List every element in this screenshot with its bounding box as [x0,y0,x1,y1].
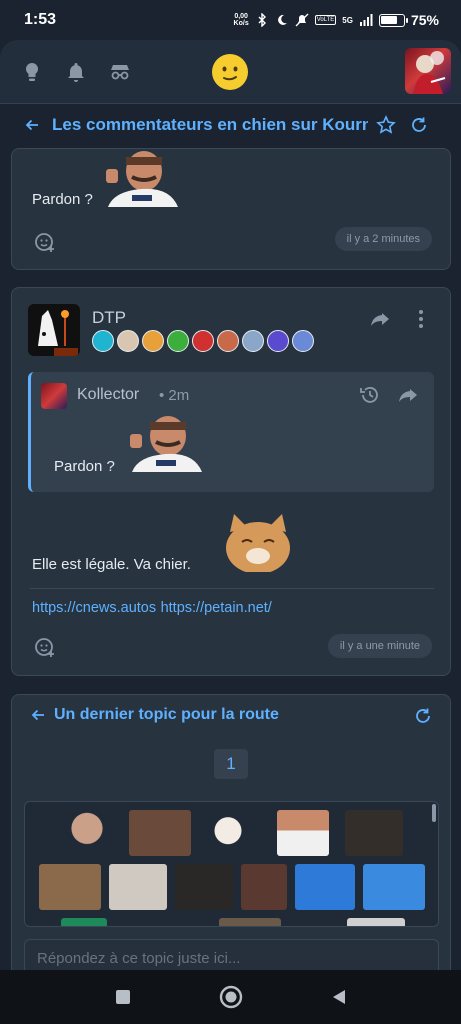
badge [217,330,239,352]
battery-icon [378,13,408,27]
badge [267,330,289,352]
sticker[interactable] [61,810,113,856]
topic-title[interactable]: Les commentateurs en chien sur Kournik [52,115,368,135]
home-icon[interactable] [219,985,243,1009]
post-card: DTP Kollector • 2m Pardon ? Elle est lég… [11,287,451,676]
badge [142,330,164,352]
quote-text: Pardon ? [54,458,115,475]
sticker-picker [24,801,439,927]
post-text: Elle est légale. Va chier. [32,556,191,573]
signal-icon [359,14,373,26]
quote-author-avatar [41,383,67,409]
share-icon[interactable] [397,384,419,406]
quoted-post[interactable]: Kollector • 2m Pardon ? [28,372,434,492]
recents-icon[interactable] [114,988,132,1006]
sticker[interactable] [219,918,281,926]
sticker[interactable] [241,864,287,910]
sticker[interactable] [61,918,107,926]
post-text: Pardon ? [32,191,93,208]
badge [292,330,314,352]
back-icon[interactable] [330,988,348,1006]
badge [167,330,189,352]
star-icon[interactable] [376,115,396,135]
smiley-icon[interactable] [212,54,248,90]
net-speed: 0,00 Ko/s [233,13,249,27]
sticker[interactable] [129,810,191,856]
bell-icon[interactable] [64,60,88,84]
refresh-icon[interactable] [414,707,432,725]
system-nav-bar [0,970,461,1024]
volte-icon: VoLTE [314,15,337,25]
author-avatar[interactable] [28,304,80,356]
back-arrow-icon[interactable] [24,117,40,133]
quote-author[interactable]: Kollector [77,386,139,404]
add-reaction-icon[interactable] [34,636,56,658]
sticker[interactable] [277,810,329,856]
refresh-icon[interactable] [410,116,428,134]
reply-card: Un dernier topic pour la route 1 Réponde… [11,694,451,984]
link[interactable]: https://petain.net/ [161,600,272,616]
divider [30,588,434,589]
page-number[interactable]: 1 [214,749,248,779]
quote-age: • 2m [159,387,190,404]
sticker[interactable] [39,864,101,910]
clock: 1:53 [24,11,57,28]
post-timestamp: il y a 2 minutes [334,227,432,251]
more-options-icon[interactable] [410,308,432,330]
mute-icon [295,13,309,27]
app-bar [0,40,461,104]
link[interactable]: https://cnews.autos [32,600,156,616]
badge [192,330,214,352]
author-badges [92,330,314,352]
app-bar-actions [20,60,132,84]
topic-header: Les commentateurs en chien sur Kournik [0,106,461,144]
meme-sticker[interactable] [102,149,182,207]
badge [117,330,139,352]
badge [242,330,264,352]
meme-sticker[interactable] [126,414,206,472]
scrollbar[interactable] [432,804,436,822]
moon-icon [277,14,287,25]
back-arrow-icon[interactable] [30,707,46,723]
post-links: https://cnews.autos https://petain.net/ [32,599,272,617]
related-topic-title[interactable]: Un dernier topic pour la route [54,706,279,724]
sticker[interactable] [363,864,425,910]
sticker[interactable] [109,864,167,910]
post-card: Pardon ? il y a 2 minutes [11,148,451,270]
sticker[interactable] [347,918,405,926]
sticker[interactable] [345,810,403,856]
user-avatar[interactable] [405,48,451,94]
bluetooth-icon [258,13,266,27]
lightbulb-icon[interactable] [20,60,44,84]
cat-sticker[interactable] [220,512,298,572]
share-icon[interactable] [369,308,391,330]
add-reaction-icon[interactable] [34,231,56,253]
author-name[interactable]: DTP [92,308,126,328]
sticker[interactable] [175,864,233,910]
post-timestamp: il y a une minute [327,634,432,658]
network-type: 5G [342,15,353,25]
incognito-icon[interactable] [108,60,132,84]
battery-percent: 75% [410,12,439,28]
badge [92,330,114,352]
history-icon[interactable] [359,384,381,406]
status-icons: 0,00 Ko/s VoLTE 5G 75% [234,12,439,28]
sticker[interactable] [207,810,249,856]
sticker[interactable] [295,864,355,910]
status-bar: 1:53 0,00 Ko/s VoLTE 5G 75% [0,0,461,40]
